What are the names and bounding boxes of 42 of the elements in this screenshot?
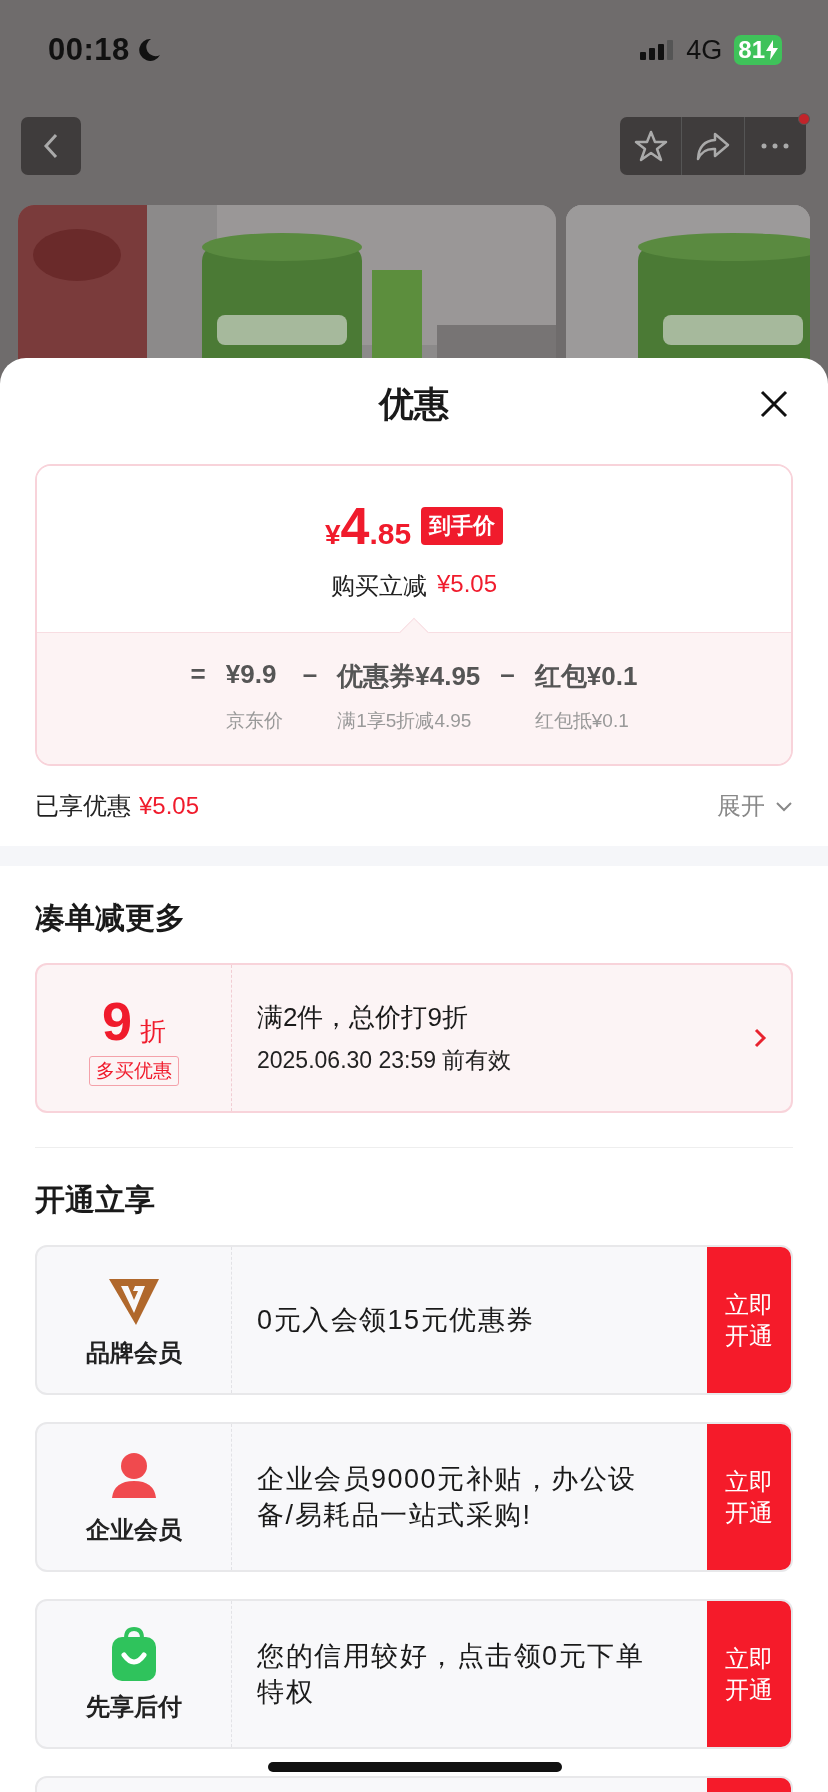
more-icon: [760, 142, 791, 150]
activate-button[interactable]: 立即开通: [707, 1247, 791, 1393]
price-term: ¥9.9: [225, 659, 278, 691]
activate-button[interactable]: 立即开通: [707, 1601, 791, 1747]
expand-toggle[interactable]: 展开: [717, 790, 793, 822]
discount-label: 已享优惠: [35, 791, 131, 821]
activate-button[interactable]: 立即开通: [707, 1424, 791, 1570]
membership-name: 品牌会员: [86, 1338, 182, 1368]
back-button[interactable]: [21, 117, 81, 175]
saving-label: 购买立减: [330, 571, 427, 601]
discount-validity: 2025.06.30 23:59 前有效: [257, 1046, 513, 1075]
membership-offer: 企业会员9000元补贴，办公设备/易耗品一站式采购!: [256, 1463, 638, 1532]
minus-sign: –: [500, 659, 515, 691]
membership-offer: 0元入会领15元优惠券: [256, 1304, 536, 1337]
status-time: 00:18: [48, 32, 130, 68]
final-price: ¥4.85: [324, 496, 412, 556]
price-term: 优惠券¥4.95: [337, 660, 481, 693]
chevron-right-icon: [753, 1027, 767, 1049]
sheet-title: 优惠: [379, 382, 449, 425]
section-heading: 凑单减更多: [34, 900, 186, 936]
saving-amount: ¥5.05: [436, 570, 498, 599]
discount-rate: 9 折: [101, 990, 166, 1052]
membership-name: 企业会员: [86, 1515, 182, 1545]
share-icon: [695, 131, 731, 161]
battery-level: 81: [734, 35, 782, 65]
term-caption: 满1享5折减4.95: [337, 709, 473, 733]
minus-sign: –: [302, 659, 318, 691]
membership-offer: 您的信用较好，点击领0元下单特权: [256, 1640, 646, 1709]
network-label: 4G: [686, 34, 723, 66]
discount-title: 满2件，总价打9折: [257, 1001, 469, 1034]
section-heading: 开通立享: [34, 1182, 156, 1218]
star-icon: [633, 129, 668, 163]
price-term: 红包¥0.1: [534, 660, 638, 693]
term-caption: 红包抵¥0.1: [534, 709, 630, 733]
discount-card[interactable]: 9 折 多买优惠 满2件，总价打9折 2025.06.30 23:59 前有效: [35, 963, 793, 1113]
price-badge: 到手价: [421, 507, 504, 545]
discount-amount: ¥5.05: [139, 792, 200, 820]
discount-tag: 多买优惠: [89, 1056, 179, 1086]
membership-name: 先享后付: [86, 1692, 182, 1722]
term-caption: 京东价: [225, 709, 283, 733]
chevron-down-icon: [775, 800, 793, 812]
equals-sign: =: [190, 659, 206, 691]
